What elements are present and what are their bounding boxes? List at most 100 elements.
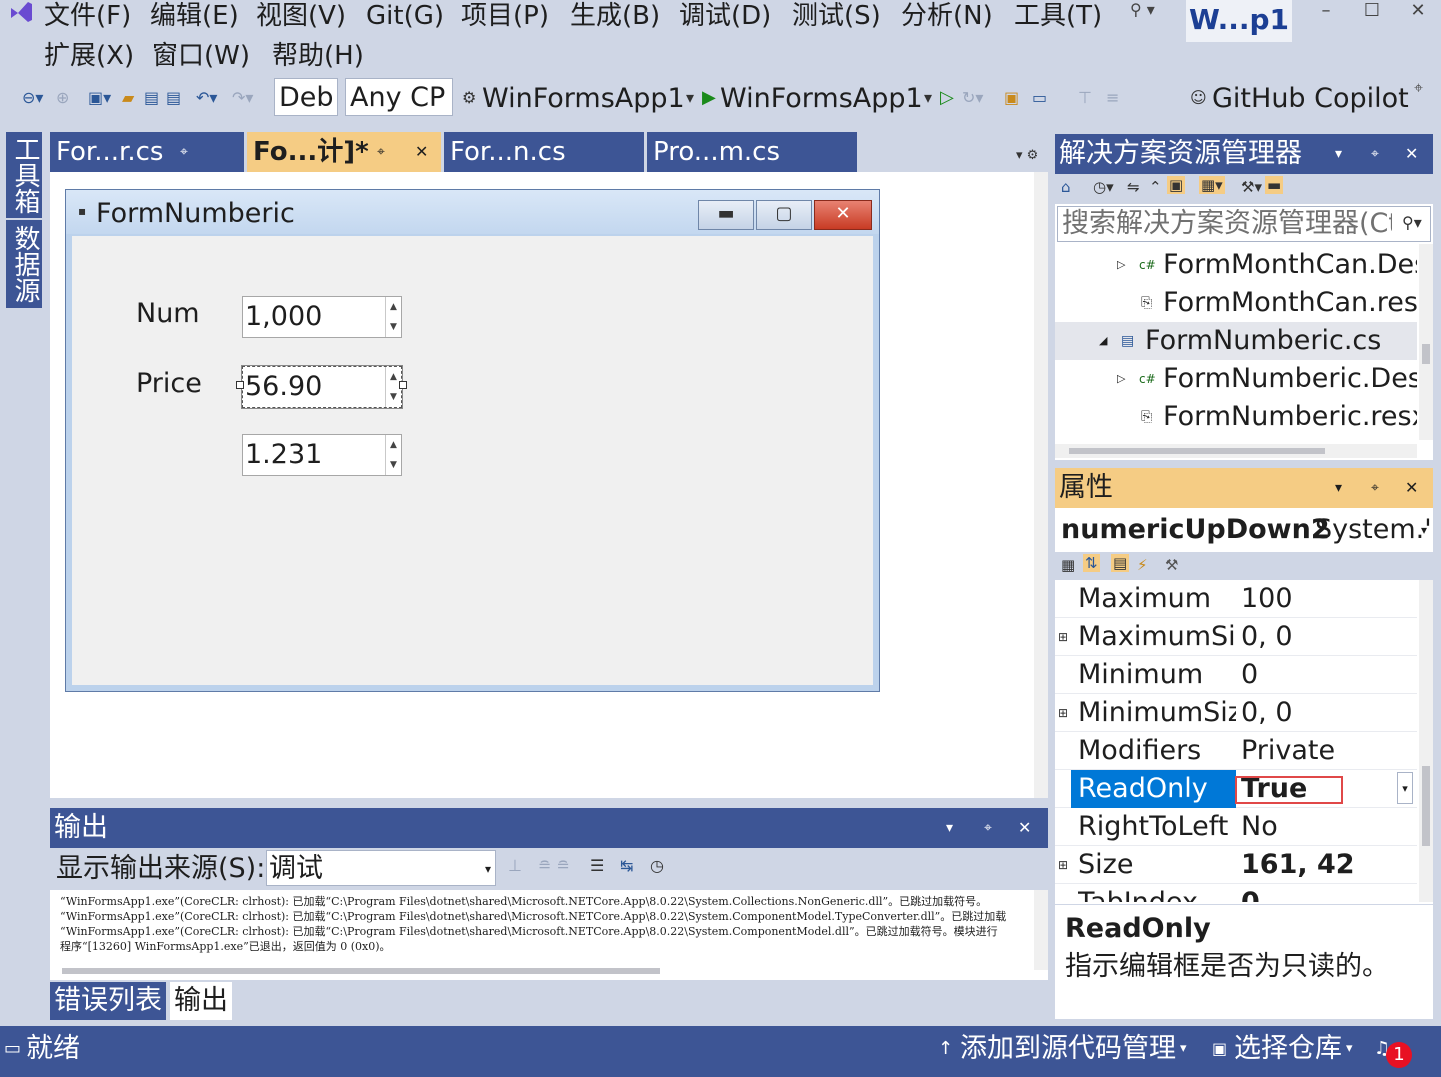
menu-git[interactable]: Git(G) <box>366 0 444 32</box>
tree-item-formmonthcan-resx[interactable]: ⎘ FormMonthCan.resx <box>1055 284 1417 322</box>
clear-all-icon[interactable]: ☰ <box>590 856 604 875</box>
menu-build[interactable]: 生成(B) <box>570 0 660 32</box>
start-debug-icon[interactable]: ▶ <box>702 88 716 108</box>
chevron-down-icon[interactable]: ▾ <box>686 88 694 108</box>
designer-scrollbar[interactable] <box>1034 172 1048 798</box>
format-icon[interactable]: ≡ <box>1106 88 1119 108</box>
chevron-down-icon[interactable]: ▾ <box>946 808 953 848</box>
prop-value[interactable]: No <box>1241 808 1411 846</box>
close-icon[interactable]: ✕ <box>415 132 428 172</box>
menu-view[interactable]: 视图(V) <box>256 0 346 32</box>
pin-icon[interactable]: ⌖ <box>180 132 188 172</box>
collapse-icon[interactable]: ⌃ <box>1149 178 1162 196</box>
view-toggle-icon[interactable]: ▦▾ <box>1199 176 1225 194</box>
start-without-debug-icon[interactable]: ▷ <box>940 88 954 108</box>
notification-count-badge[interactable]: 1 <box>1386 1042 1412 1068</box>
select-repository-button[interactable]: 选择仓库 <box>1234 1026 1342 1072</box>
prop-value[interactable]: 0 <box>1241 884 1411 902</box>
search-icon[interactable]: ⚲▾ <box>1402 213 1422 232</box>
events-icon[interactable]: ⚡ <box>1137 556 1148 574</box>
output-log[interactable]: “WinFormsApp1.exe”(CoreCLR: clrhost): 已加… <box>60 894 1030 954</box>
prop-value[interactable]: 100 <box>1241 580 1411 618</box>
close-icon[interactable]: ✕ <box>1018 808 1031 848</box>
close-icon[interactable]: ✕ <box>1405 134 1418 174</box>
properties-icon[interactable]: ▤ <box>1111 554 1130 572</box>
github-copilot-button[interactable]: GitHub Copilot <box>1212 80 1409 118</box>
prop-row-minimumsize[interactable]: ⊞ MinimumSiz 0, 0 <box>1055 694 1417 732</box>
copilot-icon[interactable]: ☺ <box>1190 88 1207 108</box>
search-icon[interactable]: ⚲ ▾ <box>1130 0 1155 19</box>
object-selector[interactable]: numericUpDown2 System.' ▾ <box>1055 510 1433 550</box>
layout-icon[interactable]: ▭ <box>1032 88 1047 108</box>
categorized-icon[interactable]: ▦ <box>1061 556 1075 574</box>
platform-combo[interactable]: Any CP <box>345 78 453 116</box>
output-source-select[interactable]: 调试 ▾ <box>266 850 496 886</box>
menu-file[interactable]: 文件(F) <box>44 0 131 32</box>
tab-program-cs[interactable]: Pro...m.cs <box>647 132 857 172</box>
gear-icon[interactable]: ⚙ <box>462 88 476 108</box>
chevron-down-icon[interactable]: ▾ <box>1335 468 1342 508</box>
output-scrollbar[interactable] <box>1034 890 1048 970</box>
run-target-button[interactable]: WinFormsApp1 <box>720 80 923 118</box>
menu-analyze[interactable]: 分析(N) <box>901 0 993 32</box>
forward-icon[interactable]: ⊕ <box>56 88 69 108</box>
pin-icon[interactable]: ⌖ <box>1371 134 1379 174</box>
chevron-down-icon[interactable]: ▾ <box>924 88 932 108</box>
pin-icon[interactable]: ⌖ <box>1371 468 1379 508</box>
prop-row-tabindex[interactable]: TabIndex 0 <box>1055 884 1417 902</box>
spin-arrows-icon[interactable]: ▲ ▼ <box>385 435 401 475</box>
form-client-area[interactable]: Num 1,000 ▲ ▼ Price 56.90 ▲ ▼ 1.231 ▲ ▼ <box>72 236 873 685</box>
menu-extensions[interactable]: 扩展(X) <box>44 40 134 72</box>
prop-row-maximum[interactable]: Maximum 100 <box>1055 580 1417 618</box>
chevron-down-icon[interactable]: ▾ <box>1335 134 1342 174</box>
solution-explorer-scrollbar[interactable] <box>1419 244 1433 440</box>
tree-item-formmonthcan-designer[interactable]: ▷ c# FormMonthCan.Des <box>1055 246 1417 284</box>
new-project-icon[interactable]: ▣▾ <box>88 88 111 108</box>
prop-value[interactable]: 0, 0 <box>1241 618 1411 656</box>
tree-item-formnumberic-cs[interactable]: ◢ ▤ FormNumberic.cs <box>1055 322 1417 360</box>
pin-icon[interactable]: ⌖ <box>984 808 992 848</box>
tab-output[interactable]: 输出 <box>170 982 232 1020</box>
solution-explorer-hscrollbar[interactable] <box>1055 444 1417 458</box>
expand-icon[interactable]: ⊞ <box>1058 846 1068 884</box>
solution-name-badge[interactable]: W...p1 <box>1186 0 1292 42</box>
alphabetical-icon[interactable]: ⇅ <box>1083 554 1100 572</box>
save-all-icon[interactable]: ▤ <box>166 88 181 108</box>
expand-arrow-icon[interactable]: ▷ <box>1117 246 1125 284</box>
prop-row-maximumsize[interactable]: ⊞ MaximumSiz 0, 0 <box>1055 618 1417 656</box>
undo-icon[interactable]: ↶▾ <box>196 88 217 108</box>
menu-window[interactable]: 窗口(W) <box>152 40 250 72</box>
scroll-thumb[interactable] <box>1069 448 1325 454</box>
scroll-thumb[interactable] <box>1422 766 1430 846</box>
toolbox-tab[interactable]: 工具箱 <box>6 132 42 218</box>
price-numeric-updown[interactable]: 56.90 ▲ ▼ <box>241 365 403 409</box>
back-icon[interactable]: ⊖▾ <box>22 88 43 108</box>
selection-handle-left[interactable] <box>236 381 244 389</box>
chevron-down-icon[interactable]: ▾ <box>1397 772 1413 804</box>
prop-row-righttoleft[interactable]: RightToLeft No <box>1055 808 1417 846</box>
expand-icon[interactable]: ⊞ <box>1058 694 1068 732</box>
tab-form-r-cs[interactable]: For...r.cs ⌖ <box>50 132 244 172</box>
tab-form-designer[interactable]: Fo...计]* ⌖ ✕ <box>247 132 441 172</box>
history-icon[interactable]: ◷▾ <box>1093 178 1114 196</box>
prev-message-icon[interactable]: ≘ ≘ <box>538 856 570 875</box>
solution-search-box[interactable]: 搜索解决方案资源管理器(Ct ⚲▾ <box>1057 206 1431 242</box>
tab-form-n-cs[interactable]: For...n.cs <box>444 132 644 172</box>
third-numeric-updown[interactable]: 1.231 ▲ ▼ <box>242 434 402 476</box>
prop-value[interactable]: Private <box>1241 732 1411 770</box>
scroll-thumb[interactable] <box>1422 344 1430 364</box>
close-button[interactable]: ✕ <box>1396 0 1440 24</box>
menu-debug[interactable]: 调试(D) <box>679 0 771 32</box>
num-label[interactable]: Num <box>136 298 200 330</box>
preview-icon[interactable]: ▬ <box>1265 176 1284 194</box>
tab-overflow-icon[interactable]: ▾ ⚙ <box>1016 148 1038 163</box>
expand-arrow-icon[interactable]: ▷ <box>1117 360 1125 398</box>
menu-project[interactable]: 项目(P) <box>461 0 549 32</box>
menu-test[interactable]: 测试(S) <box>792 0 881 32</box>
close-icon[interactable]: ✕ <box>1405 468 1418 508</box>
prop-row-modifiers[interactable]: Modifiers Private <box>1055 732 1417 770</box>
prop-row-minimum[interactable]: Minimum 0 <box>1055 656 1417 694</box>
menu-tools[interactable]: 工具(T) <box>1014 0 1102 32</box>
prop-value[interactable]: 161, 42 <box>1241 846 1411 884</box>
prop-value[interactable]: 0, 0 <box>1241 694 1411 732</box>
